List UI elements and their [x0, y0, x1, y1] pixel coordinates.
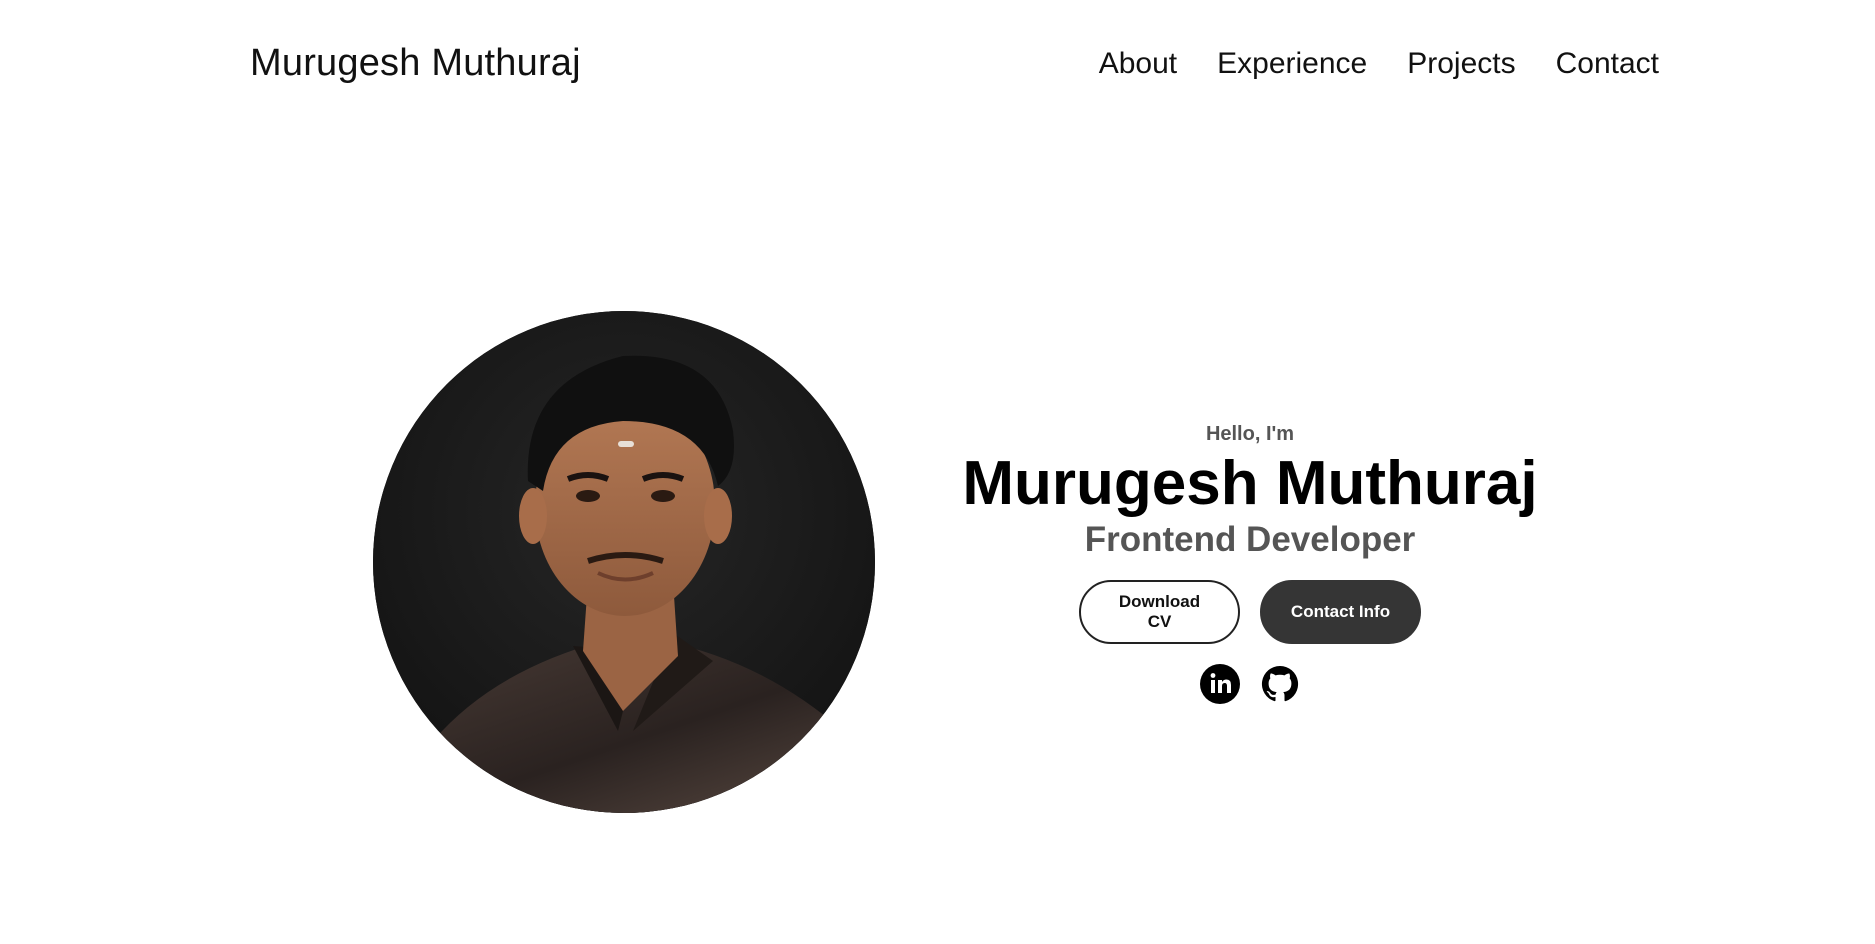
download-cv-button[interactable]: Download CV [1079, 580, 1240, 644]
greeting-text: Hello, I'm [1205, 423, 1295, 445]
top-nav: Murugesh Muthuraj About Experience Proje… [250, 42, 1659, 85]
page: Murugesh Muthuraj About Experience Proje… [0, 0, 1875, 944]
github-icon[interactable] [1260, 664, 1300, 704]
nav-link-experience[interactable]: Experience [1217, 47, 1367, 81]
hero-name: Murugesh Muthuraj [962, 449, 1538, 518]
hero-text: Hello, I'm Murugesh Muthuraj Frontend De… [950, 422, 1550, 704]
nav-link-projects[interactable]: Projects [1407, 47, 1515, 81]
nav-link-about[interactable]: About [1099, 47, 1177, 81]
nav-links: About Experience Projects Contact [1099, 47, 1659, 81]
nav-link-contact[interactable]: Contact [1556, 47, 1659, 81]
profile-picture [373, 311, 875, 813]
contact-info-button[interactable]: Contact Info [1260, 580, 1421, 644]
site-logo[interactable]: Murugesh Muthuraj [250, 42, 581, 85]
hero-role: Frontend Developer [1084, 520, 1416, 559]
hero-buttons: Download CV Contact Info [950, 580, 1550, 644]
linkedin-icon[interactable] [1200, 664, 1240, 704]
social-links [950, 664, 1550, 704]
